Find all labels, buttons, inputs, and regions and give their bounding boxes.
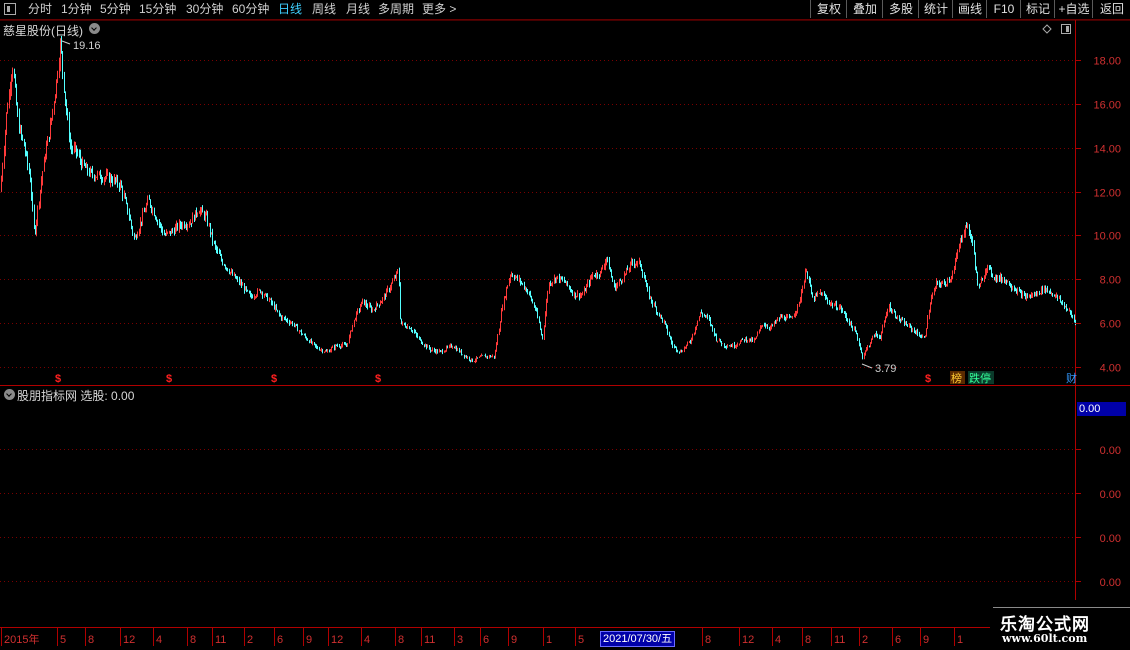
date-label-12: 8 xyxy=(398,634,404,646)
indicator-title: 股朋指标网 选股: 0.00 xyxy=(17,387,134,404)
panel-toggle-fill xyxy=(1066,26,1069,32)
indicator-name: 股朋指标网 xyxy=(17,389,78,403)
ytick-label-0: 4.00 xyxy=(1100,363,1121,375)
dieting-badge xyxy=(968,371,994,384)
period-tab-10[interactable]: 更多 > xyxy=(422,2,456,17)
s-marker-4: $ xyxy=(925,373,931,385)
indicator-dropdown-icon[interactable] xyxy=(4,389,15,400)
ytick-label-4: 12.00 xyxy=(1093,188,1121,200)
date-label-2: 8 xyxy=(88,634,94,646)
ind-ytick-label-1: 0.00 xyxy=(1100,489,1121,501)
cai-label: 财 xyxy=(1066,371,1077,385)
toolbar-button-5[interactable]: F10 xyxy=(986,0,1021,18)
dieting-label: 跌停 xyxy=(969,371,991,385)
date-label-21: 4 xyxy=(775,634,781,646)
date-label-5: 8 xyxy=(190,634,196,646)
chart-title: 慈星股份(日线) xyxy=(3,24,83,38)
high-label: 19.16 xyxy=(73,40,101,52)
period-tab-3[interactable]: 15分钟 xyxy=(139,2,176,17)
s-marker-0: $ xyxy=(55,373,61,385)
window-icon[interactable] xyxy=(4,3,16,15)
low-arrow xyxy=(861,363,873,369)
toolbar-button-6[interactable]: 标记 xyxy=(1020,0,1055,18)
date-label-24: 2 xyxy=(862,634,868,646)
date-label-15: 6 xyxy=(483,634,489,646)
date-label-25: 6 xyxy=(895,634,901,646)
watermark-url: www.60lt.com xyxy=(1002,632,1088,645)
ind-ytick-label-0: 0.00 xyxy=(1100,445,1121,457)
period-toolbar: 分时 1分钟 5分钟 15分钟 30分钟 60分钟 日线 周线 月线 多周期 更多 > 复权 叠加 多股… xyxy=(0,0,1130,20)
toolbar-button-1[interactable]: 叠加 xyxy=(846,0,883,18)
date-label-22: 8 xyxy=(805,634,811,646)
high-arrow xyxy=(61,40,71,45)
s-marker-3: $ xyxy=(375,373,381,385)
toolbar-button-0[interactable]: 复权 xyxy=(810,0,847,18)
indicator-value: 0.00 xyxy=(111,389,135,403)
toolbar-button-8[interactable]: 返回 xyxy=(1092,0,1130,18)
diamond-icon xyxy=(1042,24,1052,34)
toolbar-button-4[interactable]: 画线 xyxy=(952,0,987,18)
date-label-19: 8 xyxy=(705,634,711,646)
chart-dropdown-icon[interactable] xyxy=(89,23,100,34)
toolbar-button-2[interactable]: 多股 xyxy=(882,0,919,18)
indicator-current-value: 0.00 xyxy=(1077,402,1126,416)
date-label-16: 9 xyxy=(511,634,517,646)
date-label-6: 11 xyxy=(215,634,226,646)
period-tab-6[interactable]: 日线 xyxy=(278,2,302,17)
date-label-14: 3 xyxy=(457,634,463,646)
toolbar-button-7[interactable]: +自选 xyxy=(1054,0,1093,18)
period-tab-7[interactable]: 周线 xyxy=(312,2,336,17)
ytick-label-1: 6.00 xyxy=(1100,319,1121,331)
s-marker-1: $ xyxy=(166,373,172,385)
ytick-label-3: 10.00 xyxy=(1093,231,1121,243)
ytick-label-6: 16.00 xyxy=(1093,100,1121,112)
date-label-4: 4 xyxy=(156,634,162,646)
date-label-11: 4 xyxy=(364,634,370,646)
date-cursor-label: 2021/07/30/五 xyxy=(600,631,676,647)
date-label-13: 11 xyxy=(424,634,435,646)
ind-ytick-label-3: 0.00 xyxy=(1100,577,1121,589)
date-label-17: 1 xyxy=(546,634,552,646)
s-marker-2: $ xyxy=(271,373,277,385)
date-label-10: 12 xyxy=(331,634,343,646)
bang-badge xyxy=(950,371,965,384)
panel-toggle-icon xyxy=(1061,24,1071,34)
ind-ytick-label-2: 0.00 xyxy=(1100,533,1121,545)
date-label-20: 12 xyxy=(742,634,754,646)
period-tab-0[interactable]: 分时 xyxy=(28,2,52,17)
period-tab-5[interactable]: 60分钟 xyxy=(232,2,269,17)
date-label-23: 11 xyxy=(834,634,845,646)
period-tab-4[interactable]: 30分钟 xyxy=(186,2,223,17)
ytick-label-2: 8.00 xyxy=(1100,275,1121,287)
date-label-26: 9 xyxy=(923,634,929,646)
indicator-label: 选股: xyxy=(80,389,108,403)
date-label-3: 12 xyxy=(123,634,135,646)
toolbar-button-3[interactable]: 统计 xyxy=(918,0,953,18)
period-tab-1[interactable]: 1分钟 xyxy=(61,2,92,17)
date-label-0: 2015年 xyxy=(4,632,39,646)
kline-chart: 4.006.008.0010.0012.0014.0016.0018.00 0.… xyxy=(0,19,1130,646)
ytick-label-7: 18.00 xyxy=(1093,56,1121,68)
period-tab-9[interactable]: 多周期 xyxy=(378,2,414,17)
date-label-8: 6 xyxy=(277,634,283,646)
date-label-1: 5 xyxy=(60,634,66,646)
date-label-9: 9 xyxy=(306,634,312,646)
date-label-18: 5 xyxy=(578,634,584,646)
date-label-7: 2 xyxy=(247,634,253,646)
low-label: 3.79 xyxy=(875,363,896,375)
date-label-27: 1 xyxy=(957,634,963,646)
ytick-label-5: 14.00 xyxy=(1093,144,1121,156)
period-tab-2[interactable]: 5分钟 xyxy=(100,2,131,17)
bang-label: 榜 xyxy=(951,371,962,385)
period-tab-8[interactable]: 月线 xyxy=(346,2,370,17)
